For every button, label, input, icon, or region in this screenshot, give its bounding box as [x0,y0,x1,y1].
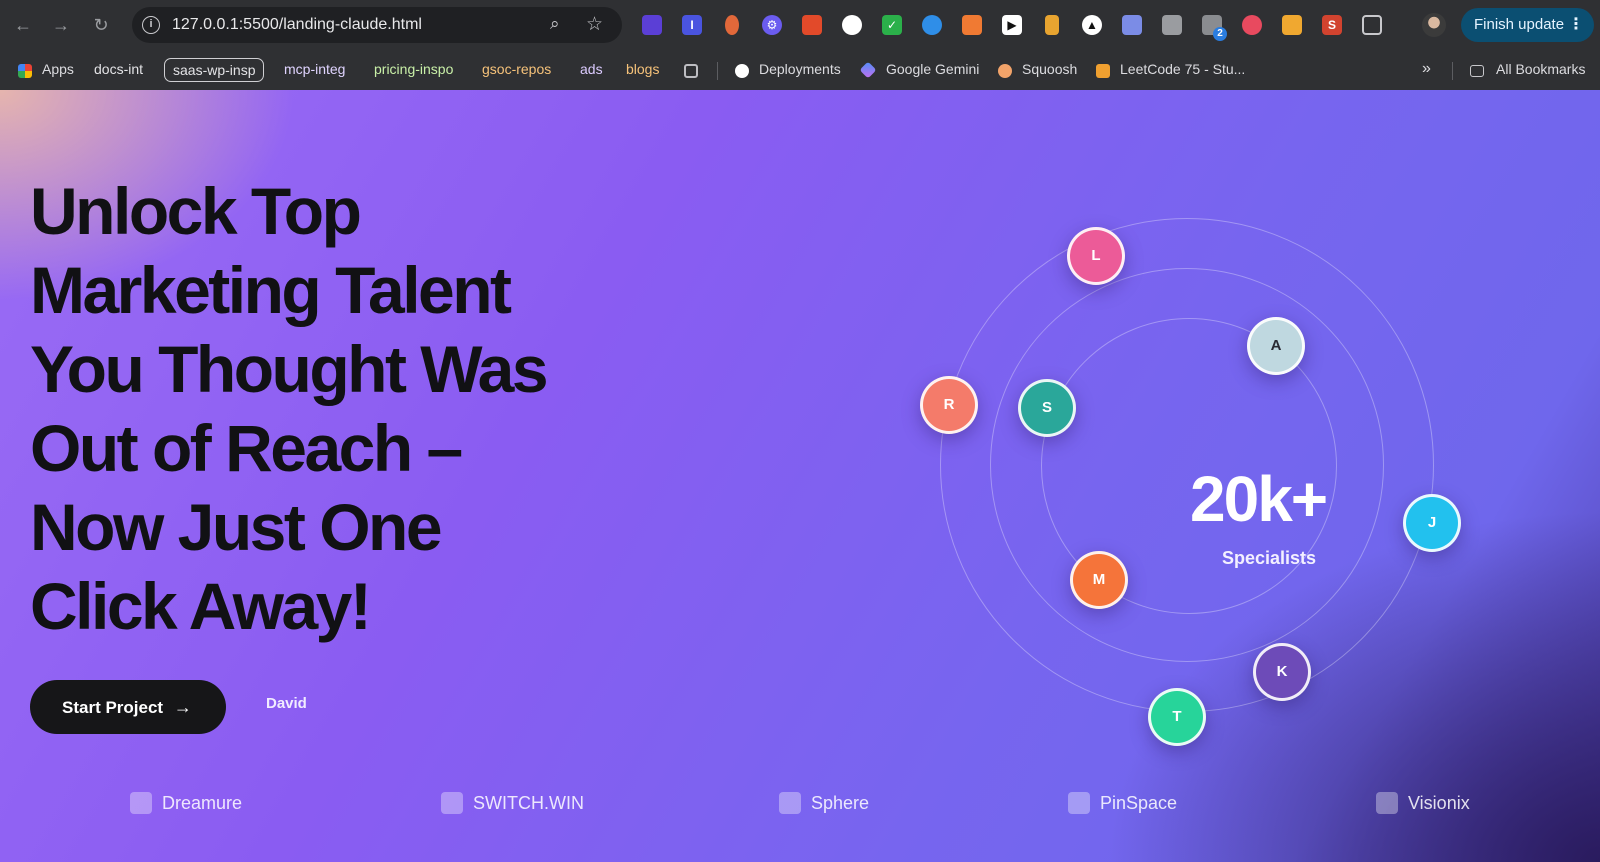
extension-icon[interactable]: I [682,15,702,35]
reload-icon[interactable]: ↻ [88,12,114,38]
bookmark-star-icon[interactable]: ☆ [586,13,603,36]
all-bookmarks[interactable]: All Bookmarks [1488,58,1593,82]
bookmark-google-gemini[interactable]: Google Gemini [878,58,987,82]
extension-icon[interactable]: ✓ [882,15,902,35]
bookmark-saas-wp-insp[interactable]: saas-wp-insp [164,58,265,82]
client-logos: Dreamure SWITCH.WIN Sphere PinSpace Visi… [0,788,1600,818]
specialists-orbit: L A R S J M K T 20k+ Specialists [900,90,1500,862]
logo-mark-icon [1376,792,1398,814]
bookmarks-bar: Apps docs-int saas-wp-insp mcp-integ pri… [0,50,1600,90]
more-bookmarks-icon[interactable]: » [1414,58,1439,82]
extensions-puzzle-icon[interactable] [1362,15,1382,35]
bookmarks-separator [1452,62,1453,80]
secondary-link[interactable]: David [266,695,307,712]
apps-grid-icon [18,64,32,78]
squoosh-icon [998,64,1012,78]
browser-toolbar: ← → ↻ i 127.0.0.1:5500/landing-claude.ht… [0,0,1600,50]
bookmark-docs-int[interactable]: docs-int [86,58,151,82]
bookmark-deployments[interactable]: Deployments [751,58,849,82]
extension-icon[interactable]: ▶ [1002,15,1022,35]
bookmark-squoosh[interactable]: Squoosh [1014,58,1085,82]
headline-line: Unlock Top [30,174,362,248]
bookmark-leetcode[interactable]: LeetCode 75 - Stu... [1112,58,1253,82]
extension-icon[interactable]: ⚙ [762,15,782,35]
tab-groups-icon[interactable] [684,64,698,78]
extension-icon[interactable] [642,15,662,35]
zoom-icon[interactable]: ⌕ [550,14,560,34]
extension-icon[interactable] [1282,15,1302,35]
logo-mark-icon [779,792,801,814]
extension-icon[interactable] [802,15,822,35]
client-name: Dreamure [162,793,243,813]
folder-icon [1470,65,1484,77]
profile-avatar[interactable] [1422,13,1446,37]
address-bar[interactable]: i 127.0.0.1:5500/landing-claude.html ⌕ ☆ [132,7,622,43]
extension-icon[interactable]: S [1322,15,1342,35]
deployments-icon [735,64,749,78]
address-url[interactable]: 127.0.0.1:5500/landing-claude.html [172,16,422,34]
extension-icon[interactable] [1045,15,1059,35]
specialist-avatar[interactable]: M [1070,551,1128,609]
bookmark-ads[interactable]: ads [572,58,611,82]
headline-line: Now Just One [30,490,443,564]
headline-line: You Thought Was [30,332,549,406]
specialist-avatar[interactable]: J [1403,494,1461,552]
extension-icon[interactable] [962,15,982,35]
specialists-label: Specialists [1222,548,1317,568]
extension-icon[interactable]: ▲ [1082,15,1102,35]
extension-icon[interactable] [1242,15,1262,35]
logo-mark-icon [441,792,463,814]
headline-line: Out of Reach – [30,411,463,485]
specialist-avatar[interactable]: K [1253,643,1311,701]
specialist-avatar[interactable]: S [1018,379,1076,437]
extension-icon[interactable] [842,15,862,35]
extension-icon[interactable] [1122,15,1142,35]
bookmark-mcp-integ[interactable]: mcp-integ [276,58,353,82]
bookmarks-separator [717,62,718,80]
client-name: Visionix [1408,793,1470,813]
bookmark-blogs[interactable]: blogs [618,58,667,82]
more-menu-icon[interactable]: ⋮ [1568,8,1584,42]
forward-icon[interactable]: → [48,12,74,38]
browser-chrome: ← → ↻ i 127.0.0.1:5500/landing-claude.ht… [0,0,1600,90]
client-name: SWITCH.WIN [473,793,584,813]
logo-mark-icon [130,792,152,814]
headline-line: Click Away! [30,569,372,643]
extension-icon[interactable] [725,15,739,35]
hero-headline: Unlock Top Marketing Talent You Thought … [30,172,630,646]
client-name: Sphere [811,793,870,813]
logo-mark-icon [1068,792,1090,814]
specialist-avatar[interactable]: R [920,376,978,434]
extension-icon[interactable] [922,15,942,35]
extension-icon[interactable] [1162,15,1182,35]
extension-badge: 2 [1213,27,1227,41]
finish-update-button[interactable]: Finish update ⋮ [1461,8,1594,42]
client-name: PinSpace [1100,793,1178,813]
headline-line: Marketing Talent [30,253,512,327]
bookmark-apps[interactable]: Apps [34,58,82,82]
bookmark-pricing-inspo[interactable]: pricing-inspo [366,58,461,82]
specialist-avatar[interactable]: L [1067,227,1125,285]
site-info-icon[interactable]: i [142,16,160,34]
start-project-label: Start Project [62,698,164,717]
gemini-icon [859,61,877,79]
back-icon[interactable]: ← [10,12,36,38]
specialist-avatar[interactable]: T [1148,688,1206,746]
finish-update-label: Finish update [1474,16,1565,33]
bookmark-gsoc-repos[interactable]: gsoc-repos [474,58,559,82]
specialist-avatar[interactable]: A [1247,317,1305,375]
specialists-count: 20k+ [1190,463,1328,535]
start-project-button[interactable]: Start Project → [30,680,226,734]
landing-page: Unlock Top Marketing Talent You Thought … [0,90,1600,862]
leetcode-icon [1096,64,1110,78]
arrow-right-icon: → [173,697,192,717]
